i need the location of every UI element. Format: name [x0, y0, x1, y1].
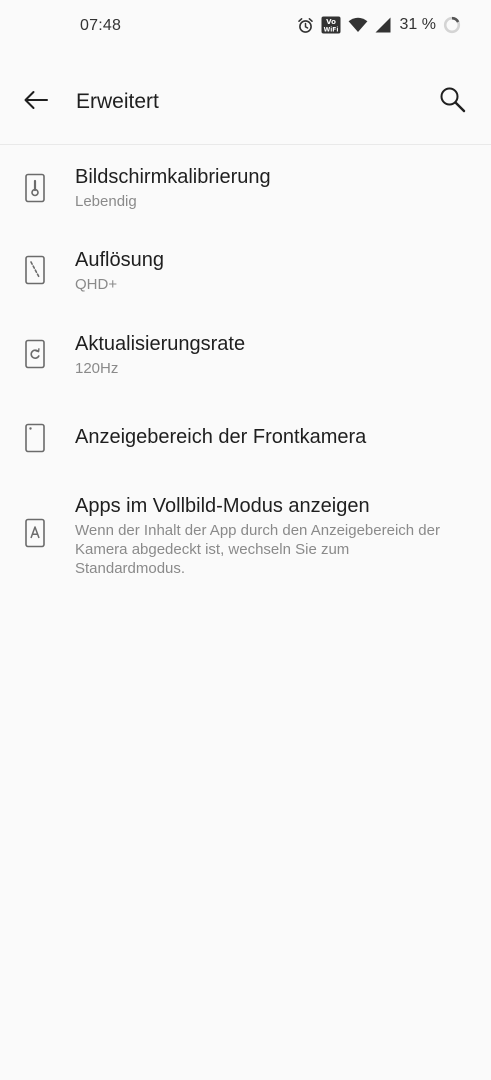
- item-subtitle: Lebendig: [75, 193, 137, 210]
- item-subtitle: 120Hz: [75, 360, 119, 377]
- list-item-vollbild-modus[interactable]: Apps im Vollbild-Modus anzeigen Wenn der…: [0, 480, 491, 610]
- wifi-icon: [348, 17, 368, 33]
- list-item-frontkamera[interactable]: Anzeigebereich der Frontkamera: [0, 396, 491, 480]
- search-icon: [439, 86, 467, 119]
- list-item-aufloesung[interactable]: Auflösung QHD+: [0, 228, 491, 312]
- arrow-left-icon: [23, 90, 49, 115]
- phone-frontcamera-icon: [24, 423, 46, 453]
- item-title: Apps im Vollbild-Modus anzeigen: [75, 495, 370, 517]
- screen-refresh-icon: [24, 339, 46, 369]
- item-title: Aktualisierungsrate: [75, 333, 246, 355]
- item-title: Bildschirmkalibrierung: [75, 166, 271, 188]
- vowifi-icon: Vo WiFi: [321, 16, 341, 34]
- item-title: Auflösung: [75, 249, 164, 271]
- alarm-icon: [297, 17, 314, 34]
- list-item-aktualisierungsrate[interactable]: Aktualisierungsrate 120Hz: [0, 312, 491, 396]
- battery-percent: 31 %: [399, 16, 436, 33]
- screen-resolution-icon: [24, 255, 46, 285]
- app-bar: Erweitert: [0, 60, 491, 145]
- phone-app-a-icon: [24, 518, 46, 548]
- item-title: Anzeigebereich der Frontkamera: [75, 426, 367, 448]
- page-title: Erweitert: [76, 90, 159, 113]
- screen: 07:48 Vo WiFi 31 % Erweitert Bildschirmk…: [0, 0, 491, 1080]
- status-time: 07:48: [80, 17, 122, 34]
- item-subtitle: QHD+: [75, 276, 118, 293]
- item-subtitle: Wenn der Inhalt der App durch den Anzeig…: [75, 522, 440, 577]
- status-bar: 07:48 Vo WiFi 31 %: [0, 0, 491, 54]
- vowifi-label-top: Vo: [326, 18, 336, 26]
- cellular-signal-icon: [375, 17, 391, 33]
- back-button[interactable]: [18, 84, 54, 120]
- screen-thermometer-icon: [24, 173, 46, 203]
- vowifi-label-bottom: WiFi: [323, 27, 338, 34]
- battery-ring-icon: [443, 16, 461, 34]
- status-icons: Vo WiFi 31 %: [297, 16, 461, 34]
- search-button[interactable]: [435, 84, 471, 120]
- settings-list: Bildschirmkalibrierung Lebendig Auflösun…: [0, 145, 491, 610]
- list-item-bildschirmkalibrierung[interactable]: Bildschirmkalibrierung Lebendig: [0, 145, 491, 228]
